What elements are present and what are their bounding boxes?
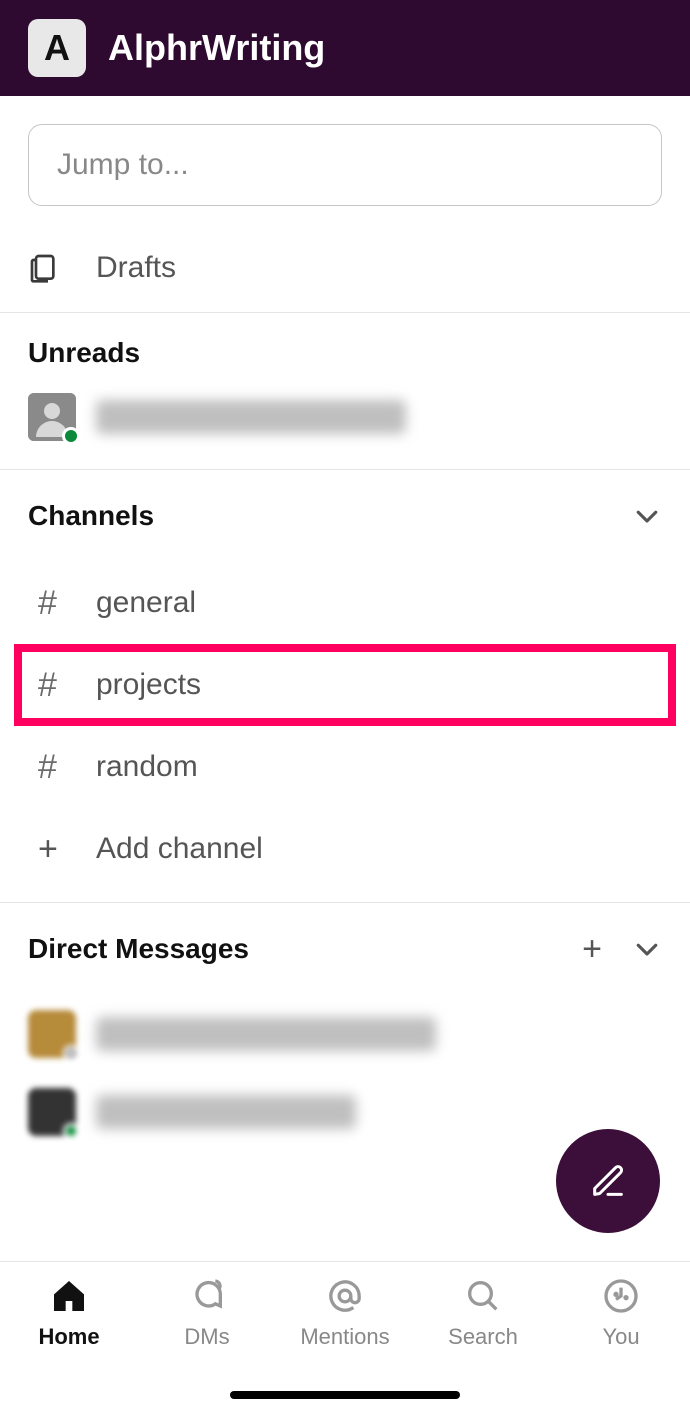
- search-container: [0, 96, 690, 206]
- hash-icon: #: [38, 666, 96, 705]
- redacted-name: [96, 1017, 436, 1051]
- add-channel-label: Add channel: [96, 832, 263, 866]
- channel-item-projects[interactable]: # projects: [14, 644, 676, 726]
- channels-header[interactable]: Channels: [0, 470, 690, 562]
- tab-label: You: [602, 1324, 639, 1350]
- presence-active-icon: [63, 1123, 79, 1139]
- dms-title: Direct Messages: [28, 933, 249, 965]
- avatar: [28, 393, 76, 441]
- tab-label: Mentions: [300, 1324, 389, 1350]
- compose-icon: [588, 1161, 628, 1201]
- tab-bar: Home DMs Mentions Search You: [0, 1261, 690, 1413]
- jump-to-input[interactable]: [28, 124, 662, 206]
- home-icon: [49, 1276, 89, 1316]
- redacted-name: [96, 1095, 356, 1129]
- channel-name: random: [96, 750, 198, 784]
- presence-active-icon: [62, 427, 80, 445]
- tab-home[interactable]: Home: [9, 1276, 129, 1350]
- tab-mentions[interactable]: Mentions: [285, 1276, 405, 1350]
- unread-item[interactable]: [0, 393, 690, 469]
- redacted-name: [96, 400, 406, 434]
- plus-icon[interactable]: +: [582, 930, 602, 969]
- tab-label: Search: [448, 1324, 518, 1350]
- channel-name: general: [96, 586, 196, 620]
- plus-icon: +: [38, 830, 96, 869]
- channel-name: projects: [96, 668, 201, 702]
- drafts-label: Drafts: [96, 251, 176, 285]
- search-icon: [463, 1276, 503, 1316]
- workspace-name: AlphrWriting: [108, 27, 325, 69]
- avatar: [28, 1010, 76, 1058]
- presence-away-icon: [63, 1045, 79, 1061]
- channel-item-general[interactable]: # general: [0, 562, 690, 644]
- channels-title: Channels: [28, 500, 154, 532]
- workspace-header[interactable]: A AlphrWriting: [0, 0, 690, 96]
- chevron-down-icon[interactable]: [632, 934, 662, 964]
- home-indicator: [230, 1391, 460, 1399]
- tab-you[interactable]: You: [561, 1276, 681, 1350]
- hash-icon: #: [38, 584, 96, 623]
- tab-label: DMs: [184, 1324, 229, 1350]
- drafts-row[interactable]: Drafts: [0, 224, 690, 312]
- drafts-icon: [28, 252, 96, 284]
- dms-header[interactable]: Direct Messages +: [0, 903, 690, 995]
- dm-item[interactable]: [0, 995, 690, 1073]
- unreads-header: Unreads: [0, 313, 690, 393]
- hash-icon: #: [38, 748, 96, 787]
- tab-label: Home: [38, 1324, 99, 1350]
- you-icon: [601, 1276, 641, 1316]
- tab-search[interactable]: Search: [423, 1276, 543, 1350]
- compose-button[interactable]: [556, 1129, 660, 1233]
- chevron-down-icon[interactable]: [632, 501, 662, 531]
- dms-icon: [187, 1276, 227, 1316]
- channel-item-random[interactable]: # random: [0, 726, 690, 808]
- workspace-icon: A: [28, 19, 86, 77]
- avatar: [28, 1088, 76, 1136]
- mentions-icon: [325, 1276, 365, 1316]
- tab-dms[interactable]: DMs: [147, 1276, 267, 1350]
- add-channel-row[interactable]: + Add channel: [0, 808, 690, 890]
- unreads-title: Unreads: [28, 337, 140, 369]
